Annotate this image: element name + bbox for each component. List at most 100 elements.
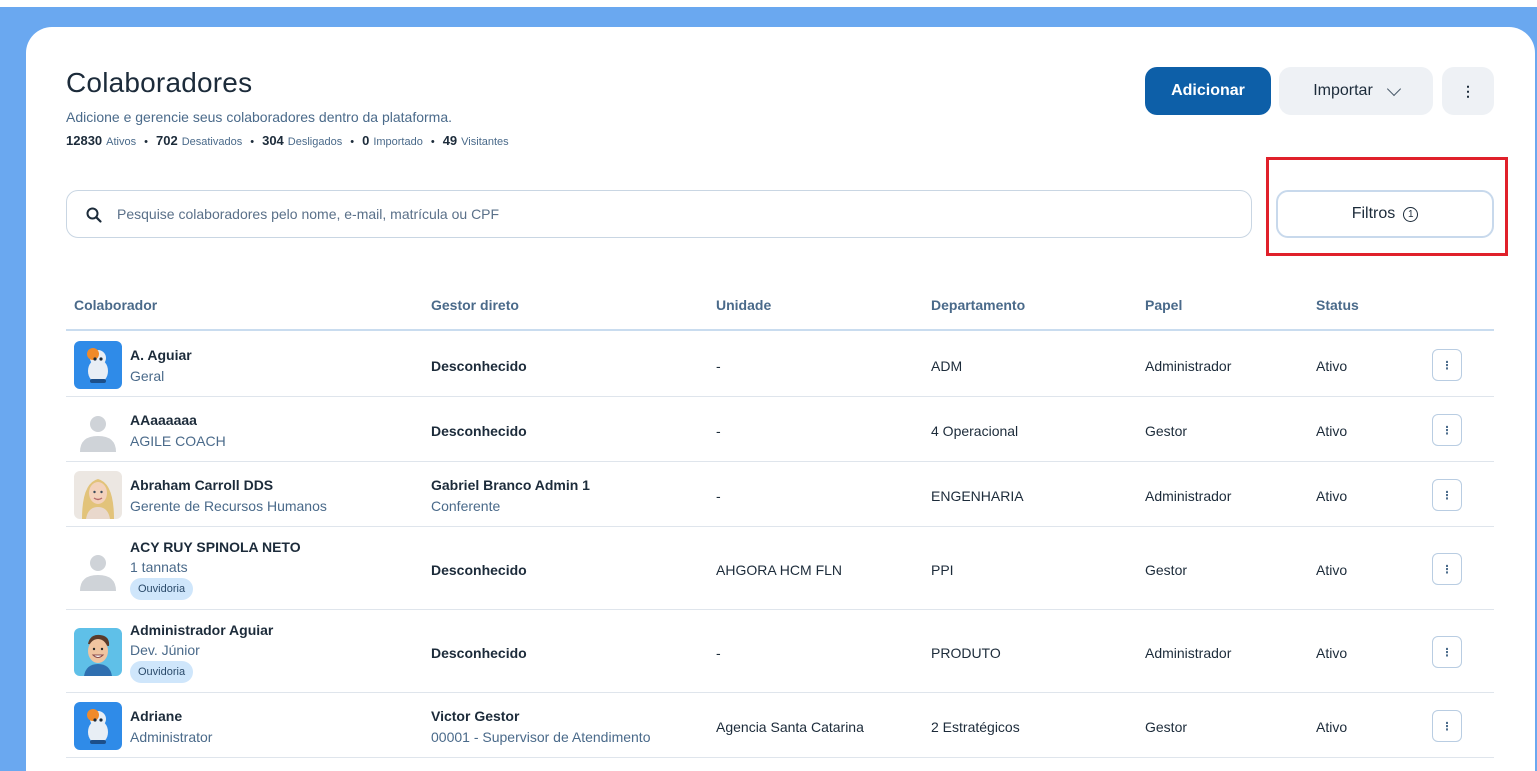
stat-visitors-count: 49 (442, 133, 458, 148)
column-header-papel[interactable]: Papel (1145, 297, 1182, 313)
employee-role: Gerente de Recursos Humanos (130, 498, 327, 514)
stat-separator: • (350, 136, 355, 148)
role-papel: Administrador (1145, 488, 1232, 504)
avatar (74, 406, 122, 454)
avatar (74, 341, 122, 389)
stat-separator: • (430, 136, 435, 148)
table-row[interactable]: Abraham Carroll DDS Gerente de Recursos … (66, 462, 1494, 527)
more-vertical-icon: ⋮ (1441, 359, 1453, 372)
employee-name[interactable]: Adriane (130, 708, 182, 724)
stat-dismissed-label: Desligados (287, 136, 343, 148)
status: Ativo (1316, 358, 1348, 374)
column-header-colaborador[interactable]: Colaborador (74, 297, 157, 313)
page-subtitle: Adicione e gerencie seus colaboradores d… (66, 109, 453, 125)
status: Ativo (1316, 423, 1348, 439)
manager-name: Desconhecido (431, 423, 527, 439)
unit: AHGORA HCM FLN (716, 562, 843, 578)
column-header-status[interactable]: Status (1316, 297, 1359, 313)
more-vertical-icon: ⋮ (1461, 82, 1475, 99)
stat-imported-count: 0 (362, 133, 370, 148)
top-strip (0, 0, 1537, 7)
employee-name[interactable]: A. Aguiar (130, 347, 192, 363)
employee-role: 1 tannats (130, 559, 188, 575)
employee-role: Administrator (130, 729, 213, 745)
row-actions-button[interactable]: ⋮ (1432, 710, 1462, 742)
mascot-avatar-icon (74, 341, 122, 389)
search-icon (86, 207, 102, 223)
manager-name: Desconhecido (431, 358, 527, 374)
row-actions-button[interactable]: ⋮ (1432, 414, 1462, 446)
role-papel: Administrador (1145, 645, 1232, 661)
manager-name: Gabriel Branco Admin 1 (431, 477, 590, 493)
import-button-label: Importar (1313, 82, 1373, 99)
unit: - (716, 645, 721, 661)
employee-name[interactable]: Abraham Carroll DDS (130, 477, 273, 493)
search-box[interactable]: Pesquise colaboradores pelo nome, e-mail… (66, 190, 1252, 238)
more-options-button[interactable]: ⋮ (1442, 67, 1494, 115)
manager-role: 00001 - Supervisor de Atendimento (431, 729, 651, 745)
row-actions-button[interactable]: ⋮ (1432, 636, 1462, 668)
stat-separator: • (250, 136, 255, 148)
department: PPI (931, 562, 954, 578)
mascot-avatar-icon (74, 702, 122, 750)
table-row[interactable]: Administrador Aguiar Dev. Júnior Ouvidor… (66, 610, 1494, 693)
avatar (74, 628, 122, 676)
avatar (74, 545, 122, 593)
manager-role: Conferente (431, 498, 501, 514)
unit: - (716, 358, 721, 374)
department: PRODUTO (931, 645, 1001, 661)
department: 2 Estratégicos (931, 719, 1020, 735)
user-placeholder-icon (74, 406, 122, 454)
more-vertical-icon: ⋮ (1441, 563, 1453, 576)
person-photo-icon (74, 471, 122, 519)
status: Ativo (1316, 719, 1348, 735)
stat-visitors-label: Visitantes (461, 136, 509, 148)
department: 4 Operacional (931, 423, 1019, 439)
highlight-box (1266, 157, 1508, 256)
column-header-departamento[interactable]: Departamento (931, 297, 1025, 313)
stats-bar: 12830 Ativos • 702 Desativados • 304 Des… (66, 133, 509, 148)
stat-deactivated-label: Desativados (181, 136, 243, 148)
import-button[interactable]: Importar (1279, 67, 1433, 115)
unit: Agencia Santa Catarina (716, 719, 864, 735)
unit: - (716, 488, 721, 504)
stat-deactivated-count: 702 (155, 133, 178, 148)
employee-name[interactable]: Administrador Aguiar (130, 622, 273, 638)
search-input[interactable]: Pesquise colaboradores pelo nome, e-mail… (117, 206, 499, 222)
manager-name: Desconhecido (431, 562, 527, 578)
add-button[interactable]: Adicionar (1145, 67, 1271, 115)
unit: - (716, 423, 721, 439)
person-photo-icon (74, 628, 122, 676)
department-tag: Ouvidoria (130, 578, 194, 600)
manager-name: Victor Gestor (431, 708, 520, 724)
table-row[interactable]: A. Aguiar Geral Desconhecido - ADM Admin… (66, 332, 1494, 397)
employee-name[interactable]: ACY RUY SPINOLA NETO (130, 539, 301, 555)
role-papel: Gestor (1145, 423, 1188, 439)
employee-role: Geral (130, 368, 165, 384)
chevron-down-icon (1386, 81, 1401, 96)
more-vertical-icon: ⋮ (1441, 424, 1453, 437)
row-actions-button[interactable]: ⋮ (1432, 349, 1462, 381)
stat-imported-label: Importado (373, 136, 423, 148)
table-row[interactable]: ACY RUY SPINOLA NETO 1 tannats Ouvidoria… (66, 527, 1494, 610)
row-actions-button[interactable]: ⋮ (1432, 553, 1462, 585)
avatar (74, 471, 122, 519)
more-vertical-icon: ⋮ (1441, 489, 1453, 502)
column-header-unidade[interactable]: Unidade (716, 297, 771, 313)
main-card: Colaboradores Adicione e gerencie seus c… (26, 27, 1535, 771)
column-header-gestor[interactable]: Gestor direto (431, 297, 519, 313)
role-papel: Gestor (1145, 562, 1188, 578)
role-papel: Administrador (1145, 358, 1232, 374)
status: Ativo (1316, 645, 1348, 661)
department-tag: Ouvidoria (130, 661, 194, 683)
employee-role: AGILE COACH (130, 433, 226, 449)
row-actions-button[interactable]: ⋮ (1432, 479, 1462, 511)
role-papel: Gestor (1145, 719, 1188, 735)
stat-separator: • (144, 136, 148, 148)
department: ENGENHARIA (931, 488, 1024, 504)
table-row[interactable]: AAaaaaaa AGILE COACH Desconhecido - 4 Op… (66, 397, 1494, 462)
employee-name[interactable]: AAaaaaaa (130, 412, 197, 428)
table-row[interactable]: Adriane Administrator Victor Gestor 0000… (66, 693, 1494, 758)
manager-name: Desconhecido (431, 645, 527, 661)
status: Ativo (1316, 488, 1348, 504)
